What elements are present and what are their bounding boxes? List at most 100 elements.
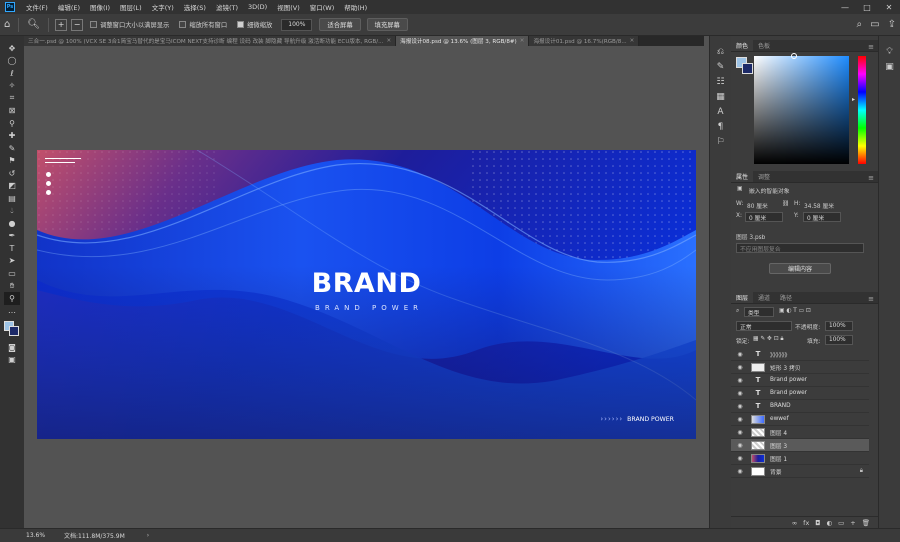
y-field[interactable]: 0 厘米	[803, 212, 841, 222]
layer-row[interactable]: ◉ 矩形 3 拷贝	[731, 361, 869, 374]
brush-settings-icon[interactable]: ✎	[717, 59, 725, 74]
dodge-tool-icon[interactable]: ●	[4, 217, 20, 230]
menu-3d[interactable]: 3D(D)	[243, 3, 272, 11]
x-field[interactable]: 0 厘米	[745, 212, 783, 222]
zoom-100-button[interactable]: 100%	[281, 18, 313, 31]
zoom-all-checkbox[interactable]: 缩放所有窗口	[179, 20, 227, 29]
type-tool-icon[interactable]: T	[4, 242, 20, 255]
edit-contents-button[interactable]: 编辑内容	[769, 263, 831, 274]
fill-screen-button[interactable]: 填充屏幕	[366, 18, 408, 31]
hand-tool-icon[interactable]: ✋︎	[4, 280, 20, 293]
quick-mask-icon[interactable]: ◙	[4, 341, 20, 354]
panel-menu-icon[interactable]: ≡	[868, 295, 874, 303]
eye-icon[interactable]: ◉	[735, 442, 745, 449]
blur-tool-icon[interactable]: 💧︎	[4, 205, 20, 218]
delete-layer-icon[interactable]: 🗑	[862, 519, 870, 527]
color-picker-field[interactable]	[754, 53, 849, 164]
zoom-tool-preset-icon[interactable]: 🔍︎	[27, 19, 40, 30]
menu-type[interactable]: 文字(Y)	[147, 2, 179, 12]
filter-icons[interactable]: ▣ ◐ T ▭ ⊡	[779, 308, 811, 314]
tab-document-1[interactable]: 三合一.psd @ 100% (VCX SE 3合1简宝马替代的是宝马ICOM …	[24, 36, 397, 46]
close-tab-icon[interactable]: ✕	[630, 38, 635, 44]
color-swatches[interactable]	[3, 320, 21, 338]
menu-image[interactable]: 图像(I)	[85, 2, 115, 12]
eye-icon[interactable]: ◉	[735, 455, 745, 462]
zoom-in-icon[interactable]: +	[55, 18, 68, 31]
background-color-swatch[interactable]	[742, 63, 753, 74]
more-tools-icon[interactable]: …	[4, 305, 20, 318]
layer-style-icon[interactable]: fx	[803, 519, 809, 527]
add-mask-icon[interactable]: ◘	[815, 519, 820, 527]
close-window-button[interactable]: ✕	[878, 3, 900, 12]
close-tab-icon[interactable]: ✕	[520, 38, 525, 44]
blend-mode-select[interactable]: 正常	[736, 321, 792, 331]
menu-layer[interactable]: 图层(L)	[115, 2, 147, 12]
screen-mode-icon[interactable]: ▣	[4, 354, 20, 367]
layer-row[interactable]: ◉ T Brand power	[731, 374, 869, 387]
fill-field[interactable]: 100%	[825, 335, 853, 345]
layer-row[interactable]: ◉ T Brand power	[731, 387, 869, 400]
crop-tool-icon[interactable]: ⌗	[4, 92, 20, 105]
link-icon[interactable]: ⛓	[782, 201, 789, 207]
tab-swatches[interactable]: 色板	[753, 40, 775, 51]
learn-panel-icon[interactable]: ▣	[885, 59, 894, 74]
adjustment-layer-icon[interactable]: ◐	[826, 519, 832, 527]
frame-tool-icon[interactable]: ⊠	[4, 105, 20, 118]
pen-tool-icon[interactable]: ✒	[4, 230, 20, 243]
paragraph-panel-icon[interactable]: ¶	[718, 119, 724, 134]
layer-comp-select[interactable]: 不应用图层复合	[736, 243, 864, 253]
picker-cursor[interactable]	[791, 53, 797, 59]
status-menu-arrow-icon[interactable]: ›	[147, 532, 149, 539]
menu-view[interactable]: 视图(V)	[272, 2, 305, 12]
menu-filter[interactable]: 滤镜(T)	[211, 2, 243, 12]
eye-icon[interactable]: ◉	[735, 377, 745, 384]
marquee-tool-icon[interactable]: ◯	[4, 55, 20, 68]
width-value[interactable]: 80 厘米	[747, 201, 768, 210]
eye-icon[interactable]: ◉	[735, 416, 745, 423]
layer-row-selected[interactable]: ◉ 图层 3	[731, 439, 869, 452]
rectangle-tool-icon[interactable]: ▭	[4, 267, 20, 280]
menu-edit[interactable]: 编辑(E)	[53, 2, 85, 12]
layer-row[interactable]: ◉ 背景 🔒︎	[731, 465, 869, 478]
eyedropper-tool-icon[interactable]: ⚲	[4, 117, 20, 130]
zoom-tool-icon[interactable]: ⚲	[4, 292, 20, 305]
zoom-out-icon[interactable]: −	[71, 18, 84, 31]
layer-filter-select[interactable]: 类型	[744, 307, 774, 317]
clone-stamp-tool-icon[interactable]: ⚑	[4, 155, 20, 168]
workspace-icon[interactable]: ▭	[870, 19, 879, 30]
eye-icon[interactable]: ◉	[735, 364, 745, 371]
close-tab-icon[interactable]: ✕	[386, 38, 391, 44]
move-tool-icon[interactable]: ✥	[4, 42, 20, 55]
tab-document-3[interactable]: 海报设计01.psd @ 16.7%(RGB/8... ✕	[529, 36, 640, 46]
tab-layers[interactable]: 图层	[731, 292, 754, 303]
layer-row[interactable]: ◉ ewwef	[731, 413, 869, 426]
tab-adjustments[interactable]: 调整	[753, 171, 775, 182]
tab-color[interactable]: 颜色	[731, 40, 754, 51]
eye-icon[interactable]: ◉	[735, 351, 745, 358]
share-icon[interactable]: ⇪	[888, 19, 896, 30]
path-selection-tool-icon[interactable]: ➤	[4, 255, 20, 268]
layer-row[interactable]: ◉ T 》》》》》》	[731, 348, 869, 361]
home-icon[interactable]: ⌂	[4, 19, 10, 30]
resize-windows-checkbox[interactable]: 调整窗口大小以满屏显示	[90, 20, 169, 29]
fit-screen-button[interactable]: 适合屏幕	[319, 18, 361, 31]
maximize-button[interactable]: □	[856, 3, 878, 12]
panel-menu-icon[interactable]: ≡	[868, 43, 874, 51]
tab-properties[interactable]: 属性	[731, 171, 754, 182]
eye-icon[interactable]: ◉	[735, 429, 745, 436]
panel-color-swatches[interactable]	[736, 57, 754, 75]
gradient-tool-icon[interactable]: ▤	[4, 192, 20, 205]
tab-document-2[interactable]: 海报设计08.psd @ 13.6% (图层 3, RGB/8#) ✕	[396, 36, 530, 46]
lightbulb-icon[interactable]: 💡︎	[886, 44, 892, 59]
history-brush-tool-icon[interactable]: ↺	[4, 167, 20, 180]
menu-file[interactable]: 文件(F)	[21, 2, 53, 12]
hue-slider[interactable]	[858, 56, 866, 164]
hue-slider-arrow-icon[interactable]: ▸	[852, 96, 855, 103]
magic-wand-tool-icon[interactable]: ✧	[4, 80, 20, 93]
new-group-icon[interactable]: ▭	[838, 519, 844, 527]
eye-icon[interactable]: ◉	[735, 390, 745, 397]
canvas-area[interactable]: BRAND BRAND POWER ›››››› BRAND POWER	[24, 46, 704, 528]
swatches-panel-icon[interactable]: ▦	[716, 89, 725, 104]
eraser-tool-icon[interactable]: ◩	[4, 180, 20, 193]
glyphs-panel-icon[interactable]: ⚐	[716, 134, 724, 149]
